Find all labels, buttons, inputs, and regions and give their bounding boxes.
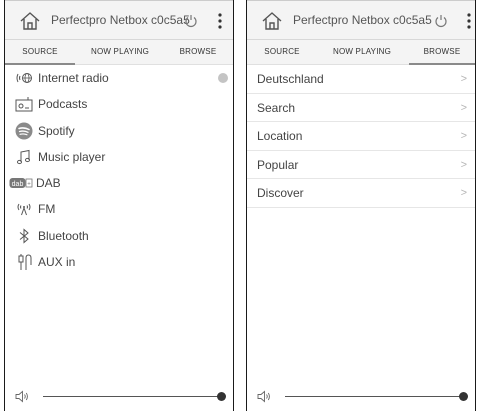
browse-list: Deutschland > Search > Location > Popula… [247, 65, 475, 208]
app-header: Perfectpro Netbox c0c5a5 [247, 0, 475, 40]
source-spotify[interactable]: Spotify [5, 118, 233, 144]
browse-item-discover[interactable]: Discover > [247, 179, 475, 208]
volume-bar [247, 381, 475, 411]
more-menu-icon[interactable] [464, 12, 474, 30]
svg-text:+: + [27, 182, 31, 188]
podcasts-icon [15, 96, 33, 112]
spotify-icon [15, 122, 33, 140]
home-icon[interactable] [261, 10, 283, 32]
browse-item-popular[interactable]: Popular > [247, 151, 475, 179]
source-aux-in[interactable]: AUX in [5, 249, 233, 275]
source-label: Bluetooth [38, 228, 89, 243]
source-label: Internet radio [38, 71, 109, 85]
power-icon[interactable] [433, 13, 449, 29]
source-label: Spotify [38, 123, 75, 138]
tab-bar: SOURCE NOW PLAYING BROWSE [5, 40, 233, 65]
browse-item-label: Search [257, 100, 296, 115]
source-screen: Perfectpro Netbox c0c5a5 SOURCE NOW PLAY… [4, 0, 234, 411]
music-note-icon [15, 149, 33, 165]
browse-item-location[interactable]: Location > [247, 122, 475, 151]
fm-antenna-icon [15, 201, 33, 217]
browse-item-deutschland[interactable]: Deutschland > [247, 65, 475, 94]
device-title: Perfectpro Netbox c0c5a5 [293, 13, 432, 27]
tab-browse[interactable]: BROWSE [163, 40, 233, 65]
chevron-right-icon: > [460, 73, 467, 85]
active-source-indicator [218, 73, 228, 83]
power-icon[interactable] [183, 13, 199, 29]
volume-slider-track[interactable] [43, 396, 221, 397]
home-icon[interactable] [19, 10, 41, 32]
source-label: DAB [36, 176, 61, 191]
svg-text:dab: dab [12, 181, 24, 188]
browse-item-label: Discover [257, 186, 304, 200]
browse-item-label: Popular [257, 157, 299, 172]
chevron-right-icon: > [460, 130, 467, 142]
source-label: FM [38, 202, 56, 217]
tab-now-playing[interactable]: NOW PLAYING [85, 40, 155, 65]
bluetooth-icon [15, 228, 33, 244]
speaker-icon[interactable] [15, 390, 29, 403]
volume-slider-knob[interactable] [216, 392, 226, 401]
aux-in-icon [15, 254, 33, 271]
source-label: Podcasts [38, 97, 88, 112]
tab-source[interactable]: SOURCE [247, 40, 317, 65]
browse-screen: Perfectpro Netbox c0c5a5 SOURCE NOW PLAY… [246, 0, 476, 411]
volume-bar [5, 381, 233, 411]
dab-icon: dab + [9, 175, 33, 191]
browse-item-label: Location [257, 129, 303, 143]
source-podcasts[interactable]: Podcasts [5, 91, 233, 117]
tab-bar: SOURCE NOW PLAYING BROWSE [247, 40, 475, 65]
source-dab[interactable]: dab + DAB [5, 170, 233, 196]
tab-source[interactable]: SOURCE [5, 40, 75, 65]
volume-slider-track[interactable] [285, 396, 463, 397]
chevron-right-icon: > [460, 101, 467, 114]
app-header: Perfectpro Netbox c0c5a5 [5, 0, 233, 40]
device-title: Perfectpro Netbox c0c5a5 [51, 13, 190, 27]
tab-now-playing[interactable]: NOW PLAYING [327, 40, 397, 65]
source-internet-radio[interactable]: Internet radio [5, 65, 233, 91]
source-list: Internet radio Podcasts Spotify Music pl… [5, 65, 233, 275]
source-bluetooth[interactable]: Bluetooth [5, 223, 233, 249]
chevron-right-icon: > [460, 158, 467, 171]
browse-item-search[interactable]: Search > [247, 94, 475, 122]
internet-radio-icon [15, 70, 33, 86]
chevron-right-icon: > [460, 187, 467, 199]
source-fm[interactable]: FM [5, 196, 233, 222]
browse-item-label: Deutschland [257, 72, 324, 86]
more-menu-icon[interactable] [215, 12, 225, 30]
source-music-player[interactable]: Music player [5, 144, 233, 170]
source-label: AUX in [38, 255, 76, 270]
tab-browse[interactable]: BROWSE [409, 40, 475, 65]
speaker-icon[interactable] [257, 390, 271, 403]
source-label: Music player [38, 149, 106, 164]
volume-slider-knob[interactable] [458, 392, 468, 401]
